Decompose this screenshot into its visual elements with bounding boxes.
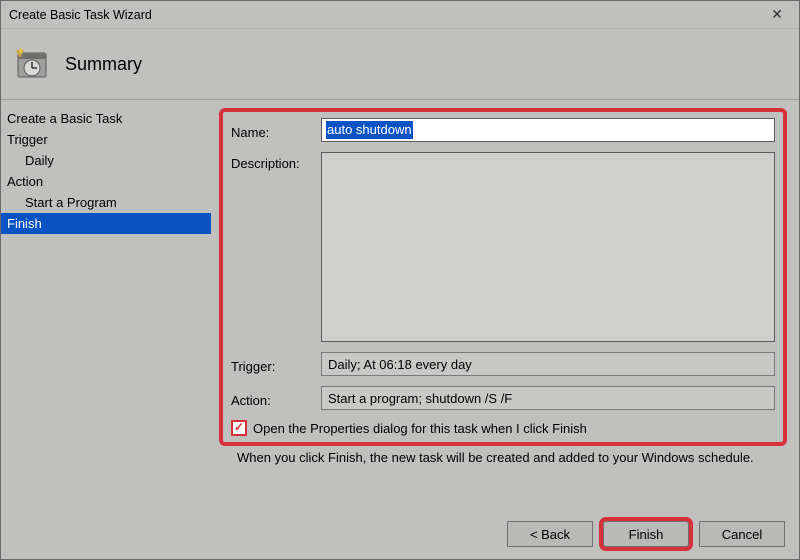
row-name: Name: auto shutdown bbox=[231, 118, 775, 142]
open-properties-checkbox[interactable]: ✓ bbox=[231, 420, 247, 436]
sidebar-item-create-basic-task[interactable]: Create a Basic Task bbox=[1, 108, 211, 129]
finish-button[interactable]: Finish bbox=[603, 521, 689, 547]
finish-hint: When you click Finish, the new task will… bbox=[219, 446, 787, 465]
checkmark-icon: ✓ bbox=[234, 421, 244, 433]
name-label: Name: bbox=[231, 121, 321, 140]
row-trigger: Trigger: Daily; At 06:18 every day bbox=[231, 352, 775, 376]
titlebar: Create Basic Task Wizard ✕ bbox=[1, 1, 799, 29]
page-title: Summary bbox=[65, 54, 142, 75]
row-description: Description: bbox=[231, 152, 775, 342]
sidebar-item-trigger[interactable]: Trigger bbox=[1, 129, 211, 150]
trigger-value: Daily; At 06:18 every day bbox=[321, 352, 775, 376]
sidebar-item-start-program[interactable]: Start a Program bbox=[1, 192, 211, 213]
task-icon bbox=[15, 47, 49, 81]
wizard-footer: < Back Finish Cancel bbox=[1, 511, 799, 559]
header: Summary bbox=[1, 29, 799, 99]
close-icon: ✕ bbox=[771, 6, 783, 23]
back-button[interactable]: < Back bbox=[507, 521, 593, 547]
row-action: Action: Start a program; shutdown /S /F bbox=[231, 386, 775, 410]
open-properties-label: Open the Properties dialog for this task… bbox=[253, 421, 587, 436]
description-input[interactable] bbox=[321, 152, 775, 342]
cancel-button[interactable]: Cancel bbox=[699, 521, 785, 547]
description-label: Description: bbox=[231, 152, 321, 171]
name-input-value: auto shutdown bbox=[326, 121, 413, 139]
sidebar-item-daily[interactable]: Daily bbox=[1, 150, 211, 171]
wizard-main: Name: auto shutdown Description: Trigger… bbox=[211, 100, 799, 498]
action-value: Start a program; shutdown /S /F bbox=[321, 386, 775, 410]
wizard-window: Create Basic Task Wizard ✕ Summary Creat… bbox=[0, 0, 800, 560]
summary-highlight: Name: auto shutdown Description: Trigger… bbox=[219, 108, 787, 446]
sidebar-item-action[interactable]: Action bbox=[1, 171, 211, 192]
row-open-properties: ✓ Open the Properties dialog for this ta… bbox=[231, 420, 775, 436]
close-button[interactable]: ✕ bbox=[755, 1, 799, 29]
wizard-body: Create a Basic Task Trigger Daily Action… bbox=[1, 100, 799, 498]
window-title: Create Basic Task Wizard bbox=[9, 8, 152, 22]
name-input[interactable]: auto shutdown bbox=[321, 118, 775, 142]
wizard-sidebar: Create a Basic Task Trigger Daily Action… bbox=[1, 100, 211, 498]
trigger-label: Trigger: bbox=[231, 355, 321, 374]
sidebar-item-finish[interactable]: Finish bbox=[1, 213, 211, 234]
action-label: Action: bbox=[231, 389, 321, 408]
